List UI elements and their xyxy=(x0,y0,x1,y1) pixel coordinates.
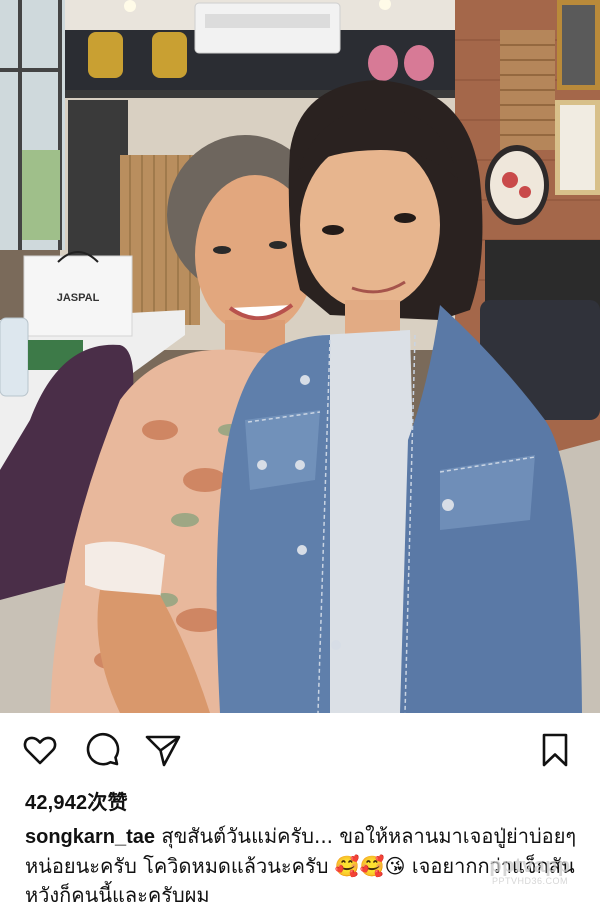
save-button[interactable] xyxy=(535,730,575,770)
comment-bubble-icon xyxy=(86,732,120,766)
caption-username[interactable]: songkarn_tae xyxy=(25,826,155,848)
comment-button[interactable] xyxy=(82,730,122,770)
heart-icon xyxy=(23,736,57,765)
like-button[interactable] xyxy=(20,730,60,770)
paper-plane-icon xyxy=(145,735,181,767)
post-action-bar xyxy=(0,722,600,780)
post-caption: songkarn_tae สุขสันต์วันแม่ครับ... ขอให้… xyxy=(25,822,585,907)
likes-count[interactable]: 42,942次赞 xyxy=(25,786,128,815)
bag-brand-text: JASPAL xyxy=(57,292,100,304)
instagram-post: JASPAL 42,942次赞 songkarn_tae สุขสันต์วัน… xyxy=(0,0,600,907)
bookmark-icon xyxy=(542,733,568,767)
share-button[interactable] xyxy=(143,730,183,770)
post-photo[interactable]: JASPAL xyxy=(0,0,600,713)
